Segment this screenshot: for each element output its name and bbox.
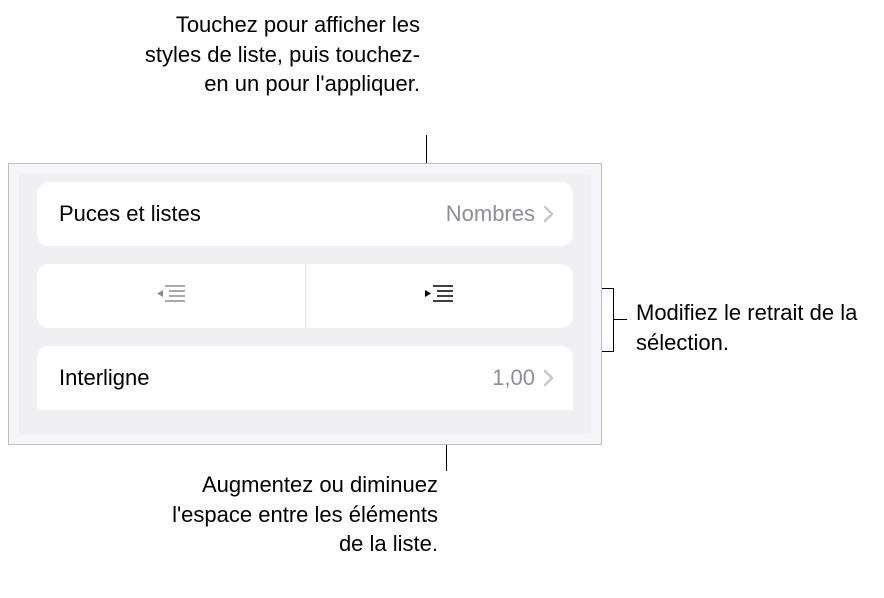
chevron-right-icon — [543, 205, 555, 223]
chevron-right-icon — [543, 369, 555, 387]
line-spacing-value: 1,00 — [492, 365, 535, 391]
indent-icon — [423, 283, 455, 310]
callout-bracket-right — [601, 288, 627, 352]
bullets-and-lists-label: Puces et listes — [59, 201, 446, 227]
callout-line-spacing: Augmentez ou diminuez l'espace entre les… — [148, 470, 438, 559]
bullets-and-lists-value: Nombres — [446, 201, 535, 227]
bullets-and-lists-row[interactable]: Puces et listes Nombres — [37, 182, 573, 246]
format-panel-inner: Puces et listes Nombres — [19, 174, 591, 434]
outdent-button[interactable] — [37, 264, 305, 328]
callout-list-styles: Touchez pour afficher les styles de list… — [140, 10, 420, 99]
callout-indent: Modifiez le retrait de la sélection. — [636, 298, 876, 357]
line-spacing-row[interactable]: Interligne 1,00 — [37, 346, 573, 410]
indent-button[interactable] — [305, 264, 574, 328]
line-spacing-label: Interligne — [59, 365, 492, 391]
format-panel: Puces et listes Nombres — [8, 163, 602, 445]
indent-segmented-control — [37, 264, 573, 328]
outdent-icon — [155, 283, 187, 310]
